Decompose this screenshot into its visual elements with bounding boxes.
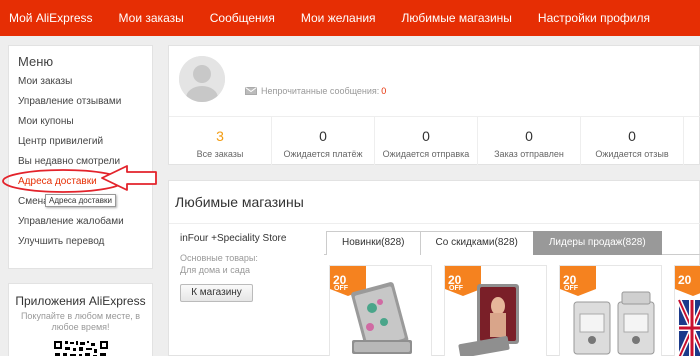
sidebar-menu: Меню Мои заказы Управление отзывами Мои … [8, 45, 153, 269]
discount-badge-number: 20 [678, 273, 692, 287]
nav-favorite-stores[interactable]: Любимые магазины [389, 0, 525, 36]
avatar[interactable] [179, 56, 225, 102]
tab-new-arrivals[interactable]: Новинки(828) [326, 231, 421, 255]
stat-label: Заказ отправлен [494, 149, 564, 159]
unread-messages[interactable]: Непрочитанные сообщения: 0 [245, 86, 386, 96]
store-name[interactable]: inFour +Speciality Store [180, 233, 286, 244]
apps-subtitle: Покупайте в любом месте, в любое время! [9, 311, 152, 333]
product-card[interactable]: 20 [674, 265, 700, 356]
stat-awaiting-payment[interactable]: 0 Ожидается платёж [272, 117, 375, 166]
stat-count: 0 [422, 128, 430, 144]
apps-promo: Приложения AliExpress Покупайте в любом … [8, 283, 153, 356]
stat-count: 0 [525, 128, 533, 144]
sidebar-item-recently-viewed[interactable]: Вы недавно смотрели [18, 152, 143, 172]
product-list: 20 OFF 20 OFF 20 OFF 20 [329, 265, 700, 356]
envelope-icon [245, 87, 257, 95]
store-categories: Для дома и сада [180, 265, 250, 275]
cigarette-case-image [677, 298, 700, 356]
stat-shipped[interactable]: 0 Заказ отправлен [478, 117, 581, 166]
sidebar-item-improve-translation[interactable]: Улучшить перевод [18, 232, 143, 252]
apps-subtitle-line1: Покупайте в любом месте, в [20, 311, 141, 321]
stat-awaiting-shipment[interactable]: 0 Ожидается отправка [375, 117, 478, 166]
product-card[interactable]: 20 OFF [329, 265, 432, 356]
cigarette-case-image [458, 284, 519, 356]
cigarette-case-image [573, 291, 655, 355]
stat-label: Ожидается платёж [283, 149, 363, 159]
nav-my-orders[interactable]: Мои заказы [106, 0, 197, 36]
stat-count: 3 [216, 128, 224, 144]
tooltip: Адреса доставки [45, 194, 116, 207]
nav-profile-settings[interactable]: Настройки профиля [525, 0, 663, 36]
sidebar-item-coupons[interactable]: Мои купоны [18, 112, 143, 132]
sidebar-item-complaints[interactable]: Управление жалобами [18, 212, 143, 232]
profile-card: Непрочитанные сообщения: 0 3 Все заказы … [168, 45, 700, 166]
menu-title: Меню [18, 54, 54, 69]
product-card[interactable]: 20 OFF [444, 265, 547, 356]
stat-awaiting-review[interactable]: 0 Ожидается отзыв [581, 117, 684, 166]
store-categories-label: Основные товары: [180, 253, 258, 263]
discount-badge: 20 [675, 266, 700, 296]
apps-subtitle-line2: любое время! [51, 322, 110, 332]
stat-all-orders[interactable]: 3 Все заказы [169, 117, 272, 166]
unread-messages-count[interactable]: 0 [381, 86, 386, 96]
stat-label: Ожидается отправка [382, 149, 470, 159]
divider [169, 223, 700, 224]
sidebar-item-shipping-addresses[interactable]: Адреса доставки [18, 172, 143, 192]
nav-messages[interactable]: Сообщения [197, 0, 288, 36]
stat-count: 0 [319, 128, 327, 144]
sidebar-item-reviews[interactable]: Управление отзывами [18, 92, 143, 112]
favorite-stores-panel: Любимые магазины inFour +Speciality Stor… [168, 180, 700, 356]
top-nav: Мой AliExpress Мои заказы Сообщения Мои … [0, 0, 700, 36]
go-to-store-button[interactable]: К магазину [180, 284, 253, 302]
user-avatar-icon [179, 56, 225, 102]
nav-wishlist[interactable]: Мои желания [288, 0, 389, 36]
apps-title: Приложения AliExpress [15, 294, 146, 308]
unread-messages-label: Непрочитанные сообщения: [261, 86, 380, 96]
tab-discounts[interactable]: Со скидками(828) [419, 231, 534, 255]
stat-count: 0 [628, 128, 636, 144]
section-title: Любимые магазины [175, 194, 304, 210]
nav-my-aliexpress[interactable]: Мой AliExpress [0, 0, 106, 36]
cigarette-case-image [351, 282, 412, 354]
product-tabs: Новинки(828) Со скидками(828) Лидеры про… [324, 231, 700, 255]
qr-code-icon[interactable] [52, 339, 109, 356]
tab-bestsellers[interactable]: Лидеры продаж(828) [532, 231, 662, 255]
sidebar-item-privileges[interactable]: Центр привилегий [18, 132, 143, 152]
product-card[interactable]: 20 OFF [559, 265, 662, 356]
sidebar-item-my-orders[interactable]: Мои заказы [18, 72, 143, 92]
stat-label: Все заказы [196, 149, 244, 159]
order-stats: 3 Все заказы 0 Ожидается платёж 0 Ожидае… [169, 116, 700, 166]
stat-label: Ожидается отзыв [595, 149, 669, 159]
